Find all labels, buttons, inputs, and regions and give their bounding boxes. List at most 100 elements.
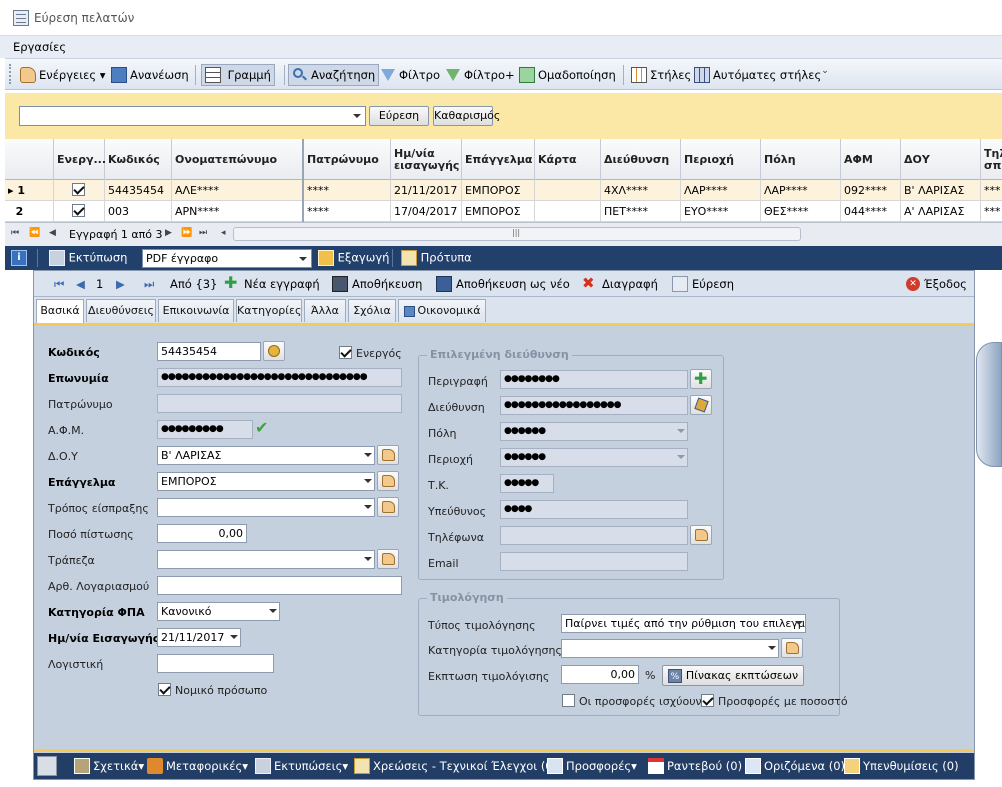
- horizontal-scrollbar[interactable]: |||: [233, 227, 801, 241]
- prev-record-icon[interactable]: ◀: [76, 275, 85, 293]
- legal-entity-checkbox[interactable]: [158, 683, 171, 696]
- address-field[interactable]: ●●●●●●●●●●●●●●●●●: [500, 396, 688, 415]
- bank-lookup-button[interactable]: [377, 549, 399, 569]
- reminders-button[interactable]: Υπενθυμίσεις (0): [844, 757, 959, 774]
- col-doy[interactable]: ΔΟΥ: [901, 139, 981, 180]
- tab-addresses[interactable]: Διευθύνσεις: [86, 299, 156, 322]
- tab-comments[interactable]: Σχόλια: [348, 299, 396, 322]
- father-field[interactable]: [157, 394, 402, 413]
- col-address[interactable]: Διεύθυνση: [601, 139, 681, 180]
- auto-columns-button[interactable]: Αυτόματες στήλες: [691, 64, 824, 86]
- col-card[interactable]: Κάρτα: [535, 139, 601, 180]
- bank-select[interactable]: [157, 550, 375, 569]
- col-name[interactable]: Ονοματεπώνυμο: [172, 139, 304, 180]
- menu-tasks[interactable]: Εργασίες: [13, 40, 66, 54]
- next-record-icon[interactable]: ▶: [165, 228, 172, 238]
- col-active[interactable]: Ενεργ...: [54, 139, 106, 180]
- table-row[interactable]: 2 003 ΑΡΝ**** **** 17/04/2017 ΕΜΠΟΡΟΣ ΠΕ…: [5, 201, 1002, 222]
- transport-menu[interactable]: Μεταφορικές▾: [147, 757, 248, 774]
- columns-button[interactable]: Στήλες: [628, 64, 694, 86]
- account-field[interactable]: [157, 576, 402, 595]
- col-date[interactable]: Ημ/νία εισαγωγής: [391, 139, 462, 180]
- key-button[interactable]: [263, 341, 285, 361]
- credit-field[interactable]: 0,00: [157, 524, 247, 543]
- col-job[interactable]: Επάγγελμα: [462, 139, 535, 180]
- save-as-new-button[interactable]: Αποθήκευση ως νέο: [436, 275, 570, 293]
- next-record-icon[interactable]: ▶: [116, 275, 125, 293]
- first-record-icon[interactable]: ⏮: [54, 275, 64, 293]
- scroll-left-icon[interactable]: ◂: [221, 228, 226, 238]
- discount-field[interactable]: 0,00: [561, 665, 639, 684]
- job-select[interactable]: ΕΜΠΟΡΟΣ: [157, 472, 375, 491]
- job-lookup-button[interactable]: [377, 471, 399, 491]
- calculator-icon[interactable]: [37, 756, 57, 776]
- prev-record-icon[interactable]: ◀: [49, 228, 56, 238]
- active-checkbox[interactable]: [339, 346, 352, 359]
- col-father[interactable]: Πατρώνυμο: [304, 139, 391, 180]
- vat-select[interactable]: Κανονικό: [157, 602, 280, 621]
- search-toggle-button[interactable]: Αναζήτηση: [288, 64, 380, 86]
- pricing-category-select[interactable]: [561, 639, 779, 658]
- info-icon[interactable]: i: [11, 250, 27, 266]
- last-record-icon[interactable]: ⏭: [199, 228, 207, 238]
- responsible-field[interactable]: ●●●●: [500, 500, 688, 519]
- first-record-icon[interactable]: ⏮: [11, 228, 19, 238]
- offers-menu[interactable]: Προσφορές▾: [547, 757, 637, 774]
- tab-categories[interactable]: Κατηγορίες: [236, 299, 302, 322]
- prev-page-icon[interactable]: ⏪: [29, 228, 40, 238]
- delete-button[interactable]: ✖ Διαγραφή: [582, 275, 658, 293]
- exit-button[interactable]: ✕ Έξοδος: [906, 275, 967, 293]
- discount-table-button[interactable]: % Πίνακας εκπτώσεων: [662, 665, 804, 686]
- offers-valid-checkbox[interactable]: [562, 694, 575, 707]
- toolbar-overflow-icon[interactable]: ⌄: [820, 66, 830, 84]
- collect-select[interactable]: [157, 498, 375, 517]
- email-field[interactable]: [500, 552, 688, 571]
- pricing-category-lookup-button[interactable]: [781, 638, 803, 658]
- refresh-button[interactable]: Ανανέωση: [108, 64, 192, 86]
- filter-plus-button[interactable]: Φίλτρο+: [443, 64, 518, 86]
- save-button[interactable]: Αποθήκευση: [332, 275, 422, 293]
- related-menu[interactable]: Σχετικά▾: [74, 757, 144, 774]
- col-area[interactable]: Περιοχή: [681, 139, 761, 180]
- export-button[interactable]: Εξαγωγή: [318, 250, 389, 266]
- actions-button[interactable]: Ενέργειες ▾: [17, 64, 109, 86]
- appointments-button[interactable]: Ραντεβού (0): [648, 757, 742, 774]
- find-button[interactable]: Εύρεση: [369, 106, 429, 126]
- table-row[interactable]: ▸ 1 54435454 ΑΛΕ**** **** 21/11/2017 ΕΜΠ…: [5, 180, 1002, 201]
- find-button[interactable]: Εύρεση: [672, 275, 734, 293]
- tab-communication[interactable]: Επικοινωνία: [158, 299, 234, 322]
- zip-field[interactable]: ●●●●●: [500, 474, 554, 493]
- row-view-button[interactable]: Γραμμή: [201, 64, 275, 86]
- afm-field[interactable]: ●●●●●●●●●: [157, 420, 253, 439]
- code-field[interactable]: 54435454: [157, 342, 261, 361]
- filter-button[interactable]: Φίλτρο: [378, 64, 443, 86]
- clear-button[interactable]: Καθαρισμός: [433, 106, 500, 126]
- export-format-select[interactable]: PDF έγγραφο: [142, 249, 312, 268]
- collect-lookup-button[interactable]: [377, 497, 399, 517]
- accounting-field[interactable]: [157, 654, 274, 673]
- surname-field[interactable]: ●●●●●●●●●●●●●●●●●●●●●●●●●●●●●●: [157, 368, 402, 387]
- date-select[interactable]: 21/11/2017: [157, 628, 241, 647]
- phones-field[interactable]: [500, 526, 688, 545]
- doy-select[interactable]: Β' ΛΑΡΙΣΑΣ: [157, 446, 375, 465]
- active-checkbox[interactable]: [72, 204, 85, 217]
- tab-basic[interactable]: Βασικά: [36, 299, 84, 323]
- prints-menu[interactable]: Εκτυπώσεις▾: [255, 757, 348, 774]
- edit-address-button[interactable]: [690, 395, 712, 415]
- next-page-icon[interactable]: ⏩: [181, 228, 192, 238]
- pricing-type-select[interactable]: Παίρνει τιμές από την ρύθμιση του επιλεγ…: [561, 614, 806, 633]
- record-number[interactable]: 1: [96, 275, 103, 293]
- templates-button[interactable]: Πρότυπα: [401, 250, 472, 266]
- doy-lookup-button[interactable]: [377, 445, 399, 465]
- col-afm[interactable]: ΑΦΜ: [841, 139, 901, 180]
- col-city[interactable]: Πόλη: [761, 139, 841, 180]
- phones-lookup-button[interactable]: [690, 525, 712, 545]
- tab-financial[interactable]: Οικονομικά: [398, 299, 486, 322]
- search-input[interactable]: [19, 106, 366, 126]
- tab-other[interactable]: Άλλα: [304, 299, 346, 322]
- new-record-button[interactable]: ✚ Νέα εγγραφή: [224, 274, 320, 293]
- settled-button[interactable]: Οριζόμενα (0): [745, 757, 845, 774]
- active-checkbox[interactable]: [72, 183, 85, 196]
- col-code[interactable]: Κωδικός: [105, 139, 172, 180]
- add-address-button[interactable]: ✚: [690, 369, 712, 389]
